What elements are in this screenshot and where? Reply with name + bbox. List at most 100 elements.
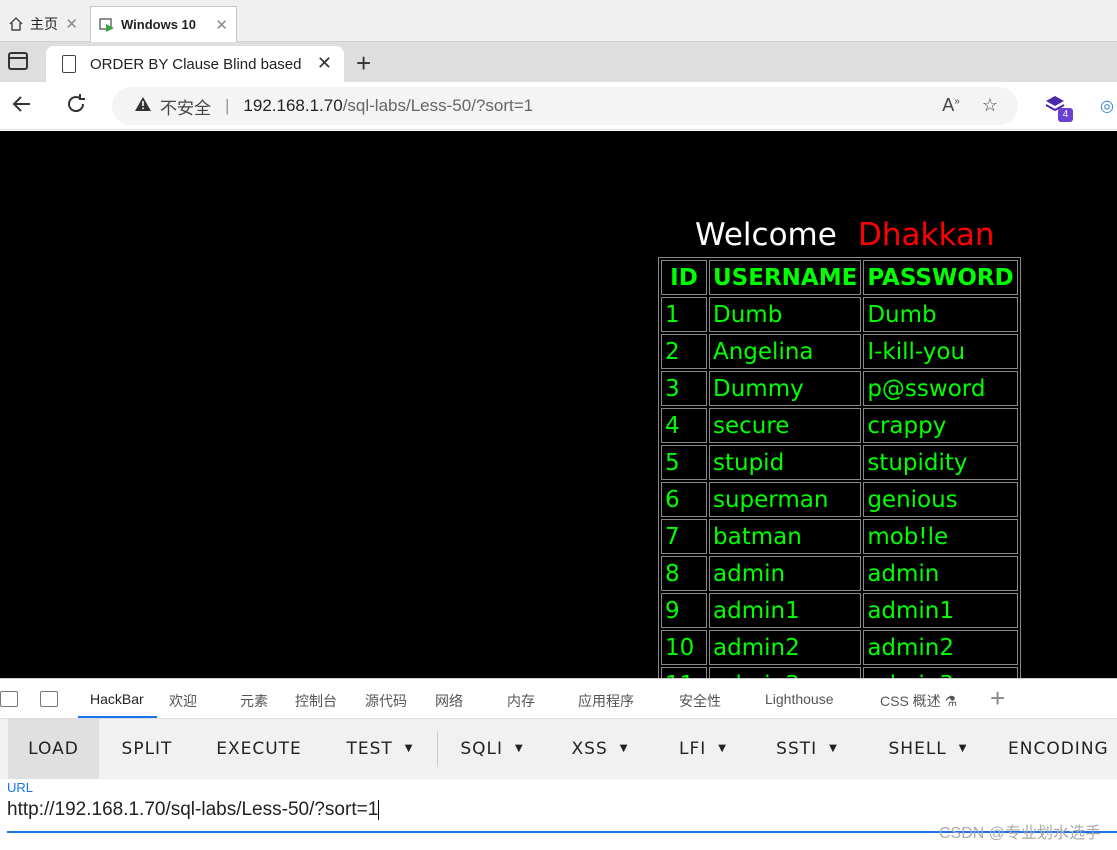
warning-icon[interactable] (134, 96, 152, 117)
cell-password: Dumb (863, 297, 1018, 332)
cell-id: 2 (661, 334, 707, 369)
execute-button[interactable]: EXECUTE (200, 719, 318, 779)
toolbar-divider (437, 731, 438, 767)
table-row: 8 admin admin (661, 556, 1018, 591)
tab-lighthouse[interactable]: Lighthouse (765, 691, 834, 707)
security-status[interactable]: 不安全 (160, 94, 211, 119)
tab-security[interactable]: 安全性 (679, 691, 721, 711)
ssti-dropdown[interactable]: SSTI ▼ (766, 719, 848, 779)
cell-id: 5 (661, 445, 707, 480)
tab-sources[interactable]: 源代码 (365, 691, 407, 711)
table-row: 5 stupid stupidity (661, 445, 1018, 480)
test-label: TEST (346, 739, 393, 759)
cell-password: mob!le (863, 519, 1018, 554)
watermark: CSDN @专业划水选手 (938, 825, 1101, 842)
tab-network[interactable]: 网络 (435, 691, 463, 711)
tab-hackbar[interactable]: HackBar (90, 691, 144, 707)
back-arrow-icon[interactable] (10, 92, 34, 123)
url-path: /sql-labs/Less-50/?sort=1 (342, 96, 534, 115)
vm-tab-home-label: 主页 (30, 16, 58, 32)
tab-welcome[interactable]: 欢迎 (169, 691, 197, 711)
vm-tab-windows10[interactable]: Windows 10 ✕ (90, 6, 237, 42)
encoding-dropdown[interactable]: ENCODING (1008, 719, 1117, 779)
extension-badge: 4 (1058, 108, 1073, 122)
xss-dropdown[interactable]: XSS ▼ (560, 719, 640, 779)
cell-username: admin2 (709, 630, 862, 665)
tab-css-overview-label: CSS 概述 (880, 693, 941, 709)
cell-id: 11 (661, 667, 707, 678)
close-tab-icon[interactable]: ✕ (317, 53, 332, 74)
cell-password: p@ssword (863, 371, 1018, 406)
tab-memory[interactable]: 内存 (507, 691, 535, 711)
table-body: 1 Dumb Dumb 2 Angelina I-kill-you 3 Dummy p@sswo… (661, 297, 1018, 678)
test-dropdown[interactable]: TEST ▼ (330, 719, 430, 779)
address-bar[interactable]: 不安全 | 192.168.1.70/sql-labs/Less-50/?sor… (112, 87, 1018, 125)
more-tabs-button[interactable]: + (990, 683, 1005, 714)
devtools-tab-bar: HackBar 欢迎 元素 控制台 源代码 网络 内存 应用程序 安全性 Lig… (0, 678, 1117, 719)
hackbar-url-area: URL http://192.168.1.70/sql-labs/Less-50… (0, 779, 1117, 850)
home-icon (8, 16, 24, 32)
tab-console[interactable]: 控制台 (295, 691, 337, 711)
table-row: 2 Angelina I-kill-you (661, 334, 1018, 369)
close-icon[interactable]: ✕ (215, 16, 228, 34)
tab-application[interactable]: 应用程序 (578, 691, 634, 711)
split-button[interactable]: SPLIT (104, 719, 190, 779)
cell-id: 8 (661, 556, 707, 591)
table-row: 9 admin1 admin1 (661, 593, 1018, 628)
inspect-icon[interactable] (0, 691, 18, 707)
table-row: 11admin3admin3 (661, 667, 1018, 678)
vm-tab-windows10-label: Windows 10 (121, 17, 197, 32)
sqli-label: SQLI (460, 739, 503, 759)
cell-password: admin (863, 556, 1018, 591)
url-input-text: http://192.168.1.70/sql-labs/Less-50/?so… (7, 799, 379, 820)
read-aloud-icon[interactable]: A» (942, 95, 960, 116)
cell-password: admin2 (863, 630, 1018, 665)
cell-id: 10 (661, 630, 707, 665)
close-icon[interactable]: ✕ (65, 15, 78, 33)
browser-tab-title: ORDER BY Clause Blind based (90, 55, 302, 73)
table-header-row: ID USERNAME PASSWORD (661, 260, 1018, 295)
vm-tab-bar: 主页 ✕ Windows 10 ✕ (0, 0, 1117, 42)
add-favorite-icon[interactable]: ☆ (982, 95, 998, 116)
table-row: 6 superman genious (661, 482, 1018, 517)
table-row: 10 admin2 admin2 (661, 630, 1018, 665)
cell-username: Dummy (709, 371, 862, 406)
cell-username: superman (709, 482, 862, 517)
shell-dropdown[interactable]: SHELL ▼ (878, 719, 978, 779)
address-separator: | (225, 96, 230, 115)
device-emulation-icon[interactable] (40, 691, 58, 707)
address-bar-actions: A» ☆ (942, 95, 998, 116)
refresh-icon[interactable] (64, 92, 88, 123)
url-input[interactable]: http://192.168.1.70/sql-labs/Less-50/?so… (7, 799, 380, 821)
table-row: 7 batman mob!le (661, 519, 1018, 554)
cell-password: genious (863, 482, 1018, 517)
welcome-text: Welcome (695, 217, 837, 253)
users-table: ID USERNAME PASSWORD 1 Dumb Dumb 2 Angelina I… (658, 257, 1021, 678)
new-tab-button[interactable]: + (356, 48, 371, 79)
cell-password: crappy (863, 408, 1018, 443)
navigation-bar: 不安全 | 192.168.1.70/sql-labs/Less-50/?sor… (0, 82, 1117, 130)
header-username: USERNAME (709, 260, 862, 295)
tab-elements[interactable]: 元素 (240, 691, 268, 711)
tab-css-overview[interactable]: CSS 概述 ⚗ (880, 691, 957, 711)
tab-actions-icon[interactable] (8, 52, 28, 70)
xss-label: XSS (571, 739, 608, 759)
cell-password: admin3 (863, 667, 1018, 678)
table-row: 3 Dummy p@ssword (661, 371, 1018, 406)
flask-icon: ⚗ (944, 693, 958, 709)
vm-tab-home[interactable]: 主页 ✕ (0, 6, 86, 42)
lfi-dropdown[interactable]: LFI ▼ (668, 719, 738, 779)
cell-password: admin1 (863, 593, 1018, 628)
browser-tab-active[interactable]: ORDER BY Clause Blind based ✕ (46, 46, 344, 82)
cell-id: 3 (661, 371, 707, 406)
cell-username: admin3 (709, 667, 862, 678)
cell-username: Dumb (709, 297, 862, 332)
url-host: 192.168.1.70 (243, 96, 343, 115)
welcome-name: Dhakkan (858, 217, 995, 253)
sqli-dropdown[interactable]: SQLI ▼ (448, 719, 536, 779)
eye-icon[interactable]: ◎ (1100, 96, 1114, 116)
load-button[interactable]: LOAD (8, 719, 99, 779)
cell-username: Angelina (709, 334, 862, 369)
cell-id: 9 (661, 593, 707, 628)
cell-password: I-kill-you (863, 334, 1018, 369)
